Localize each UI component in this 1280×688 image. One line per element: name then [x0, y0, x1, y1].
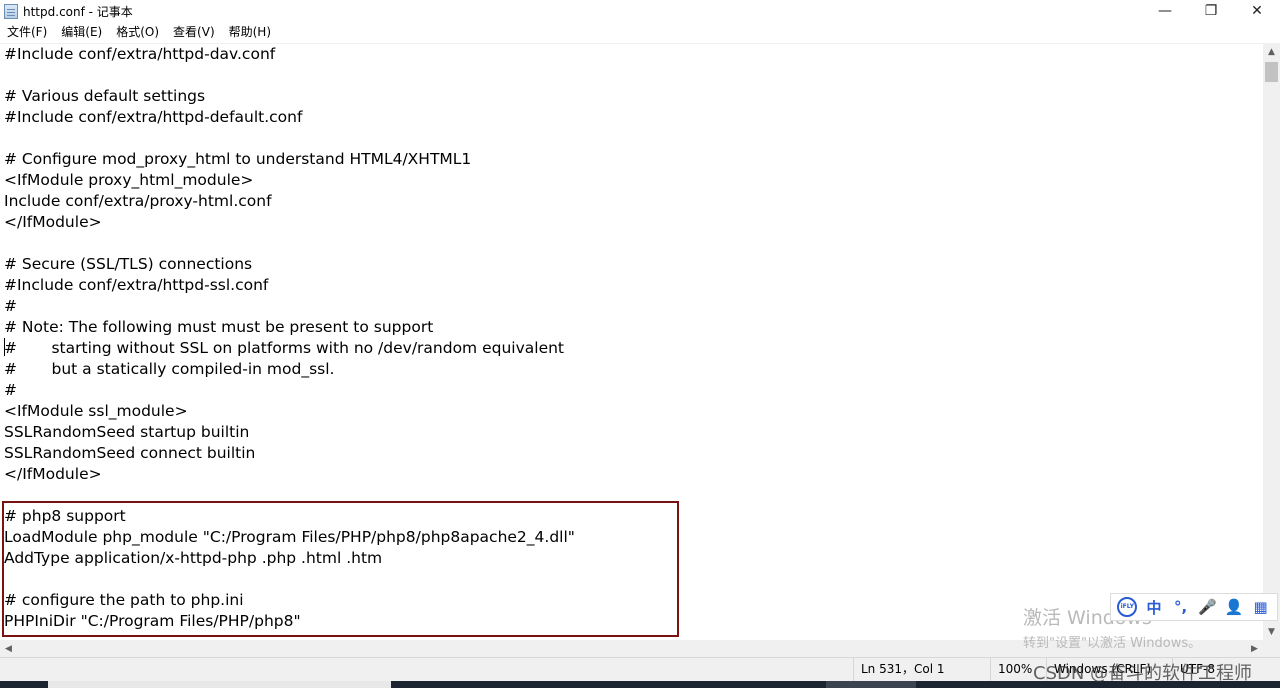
editor-line: </IfModule>: [4, 213, 102, 231]
ifly-logo-icon[interactable]: iFLY: [1116, 596, 1138, 618]
taskbar-app-button[interactable]: [826, 681, 916, 688]
editor-line: #Include conf/extra/httpd-ssl.conf: [4, 276, 269, 294]
menu-file[interactable]: 文件(F): [0, 22, 54, 43]
editor-line: # Secure (SSL/TLS) connections: [4, 255, 253, 273]
microphone-icon[interactable]: 🎤: [1196, 596, 1218, 618]
menu-help[interactable]: 帮助(H): [222, 22, 278, 43]
ime-punctuation-icon[interactable]: °,: [1170, 596, 1192, 618]
close-button[interactable]: ✕: [1234, 0, 1280, 22]
text-editor[interactable]: #Include conf/extra/httpd-dav.conf # Var…: [0, 43, 1263, 640]
editor-line: Include conf/extra/proxy-html.conf: [4, 192, 272, 210]
ime-chinese-mode-button[interactable]: 中: [1143, 596, 1165, 618]
vertical-scroll-thumb[interactable]: [1265, 62, 1278, 82]
restore-button[interactable]: ❐: [1188, 0, 1234, 22]
editor-line: # starting without SSL on platforms with…: [4, 339, 565, 357]
apps-grid-icon[interactable]: ▦: [1250, 596, 1272, 618]
editor-line: <IfModule ssl_module>: [4, 402, 188, 420]
highlight-annotation-box: [2, 501, 679, 637]
text-caret: [4, 338, 5, 356]
editor-line: SSLRandomSeed startup builtin: [4, 423, 250, 441]
user-icon[interactable]: 👤: [1223, 596, 1245, 618]
editor-line: #: [4, 381, 17, 399]
ime-toolbar: iFLY 中 °, 🎤 👤 ▦: [1110, 593, 1278, 621]
vertical-scrollbar[interactable]: ▲ ▼: [1263, 43, 1280, 640]
taskbar-search-box[interactable]: [48, 681, 391, 688]
editor-line: #Include conf/extra/httpd-default.conf: [4, 108, 303, 126]
menu-view[interactable]: 查看(V): [166, 22, 222, 43]
menu-bar: 文件(F) 编辑(E) 格式(O) 查看(V) 帮助(H): [0, 22, 1280, 43]
editor-line: #: [4, 297, 17, 315]
minimize-button[interactable]: —: [1142, 0, 1188, 22]
editor-line: SSLRandomSeed connect builtin: [4, 444, 256, 462]
csdn-watermark: CSDN @奋斗的软件工程师: [1033, 663, 1253, 684]
cursor-position: Ln 531，Col 1: [853, 658, 989, 681]
notepad-icon: [4, 3, 18, 19]
editor-line: #Include conf/extra/httpd-dav.conf: [4, 45, 276, 63]
editor-line: # but a statically compiled-in mod_ssl.: [4, 360, 335, 378]
editor-line: <IfModule proxy_html_module>: [4, 171, 254, 189]
scroll-down-icon[interactable]: ▼: [1263, 623, 1280, 640]
scroll-up-icon[interactable]: ▲: [1263, 43, 1280, 60]
editor-line: # Configure mod_proxy_html to understand…: [4, 150, 472, 168]
editor-line: # Various default settings: [4, 87, 206, 105]
editor-line: # Note: The following must must be prese…: [4, 318, 434, 336]
menu-edit[interactable]: 编辑(E): [54, 22, 109, 43]
editor-line: </IfModule>: [4, 465, 102, 483]
watermark-subtitle: 转到"设置"以激活 Windows。: [1023, 636, 1202, 651]
menu-format[interactable]: 格式(O): [109, 22, 166, 43]
window-title: httpd.conf - 记事本: [23, 4, 133, 19]
scroll-left-icon[interactable]: ◀: [0, 640, 17, 657]
window-controls: — ❐ ✕: [1142, 0, 1280, 22]
scroll-right-icon[interactable]: ▶: [1246, 640, 1263, 657]
title-bar[interactable]: httpd.conf - 记事本 — ❐ ✕: [0, 0, 1280, 22]
